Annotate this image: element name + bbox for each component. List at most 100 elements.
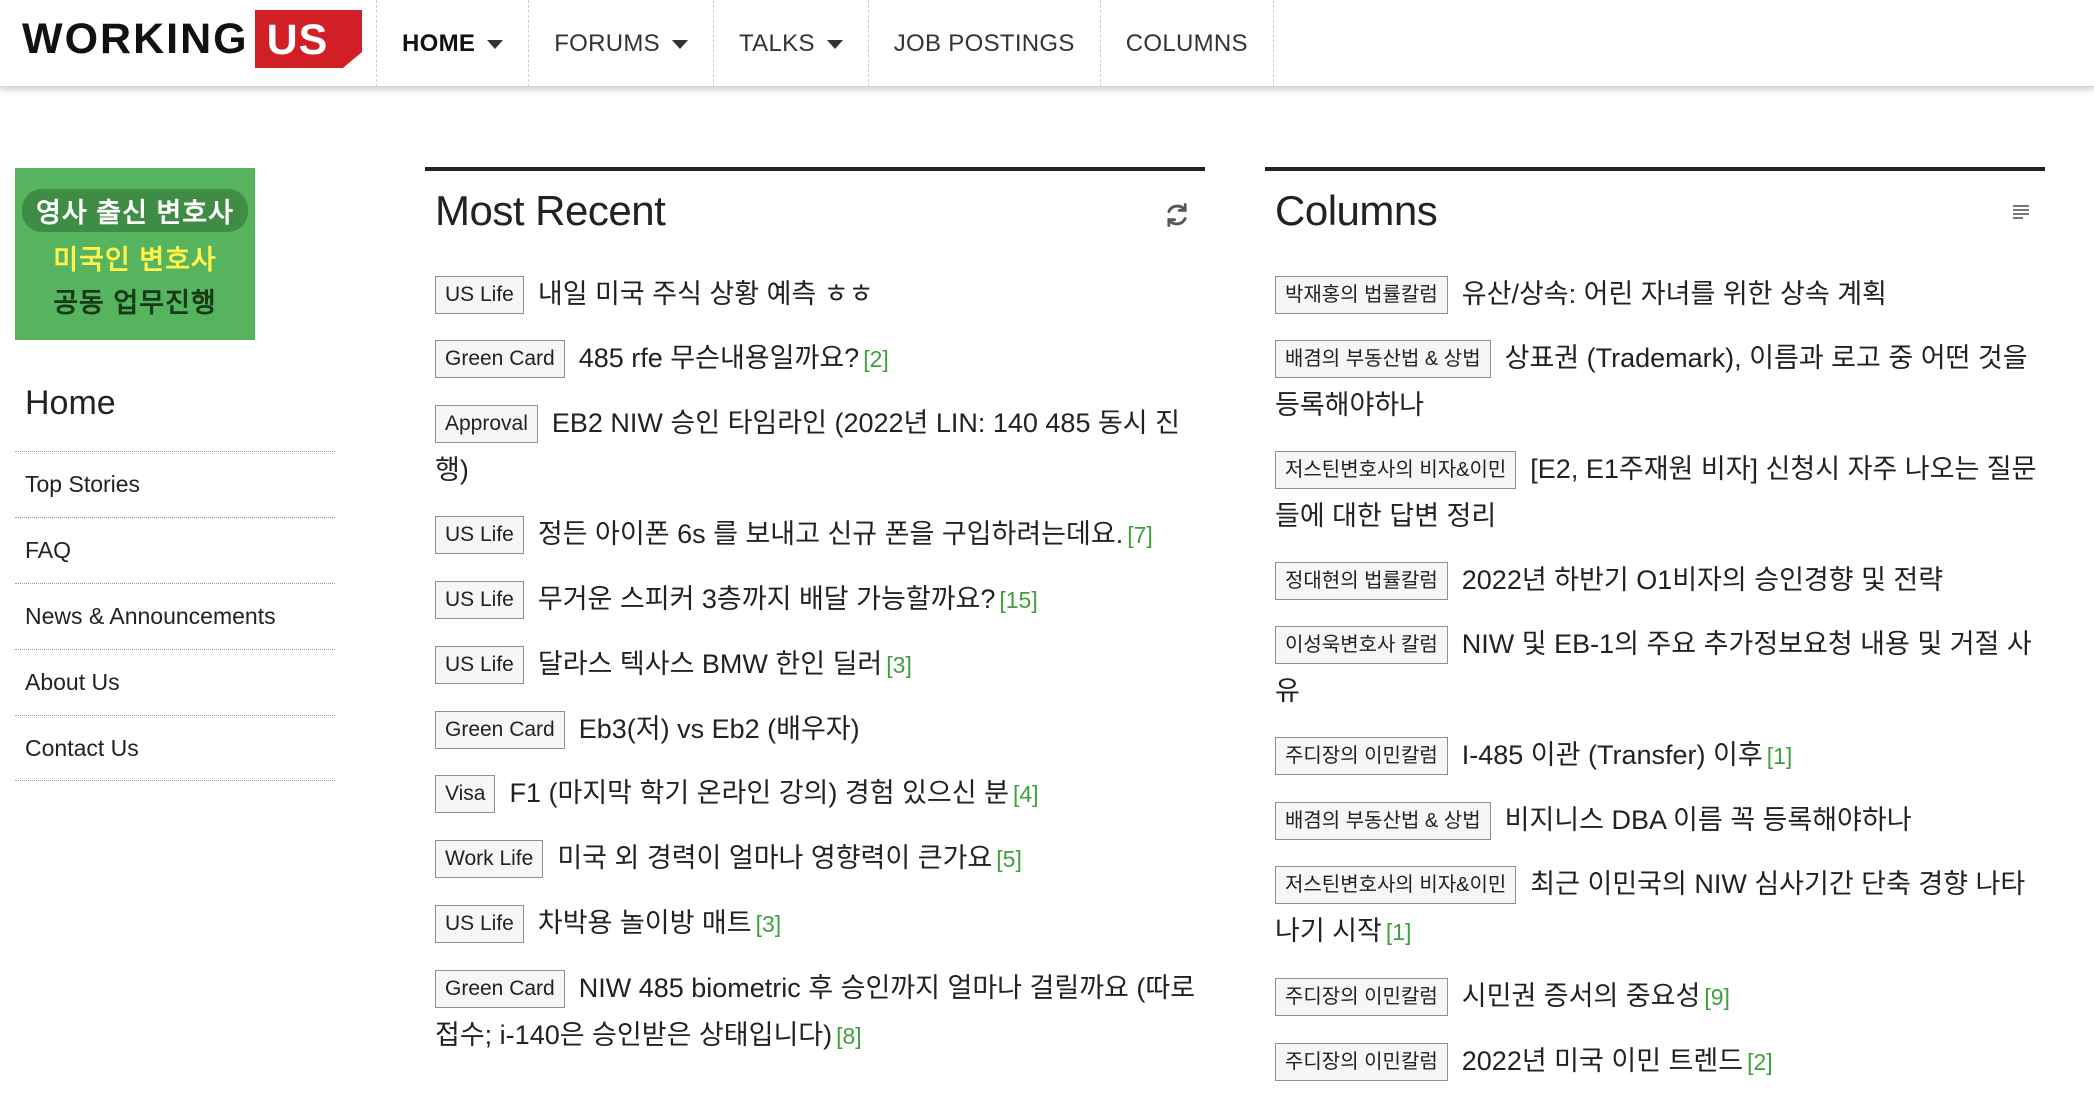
category-tag[interactable]: US Life bbox=[435, 646, 524, 684]
list-item[interactable]: US Life 정든 아이폰 6s 를 보내고 신규 폰을 구입하려는데요. [7] bbox=[435, 511, 1205, 559]
list-item[interactable]: 주디장의 이민칼럼 2022년 미국 이민 트렌드 [2] bbox=[1275, 1038, 2045, 1086]
comment-count: [8] bbox=[836, 1023, 862, 1049]
main-nav: HOME FORUMS TALKS JOB POSTINGS COLUMNS bbox=[376, 0, 1274, 87]
nav-home[interactable]: HOME bbox=[376, 0, 528, 87]
category-tag[interactable]: US Life bbox=[435, 905, 524, 943]
comment-count: [3] bbox=[886, 652, 912, 678]
comment-count: [2] bbox=[863, 346, 889, 372]
category-tag[interactable]: Approval bbox=[435, 405, 538, 443]
list-item[interactable]: 박재홍의 법률칼럼 유산/상속: 어린 자녀를 위한 상속 계획 bbox=[1275, 271, 2045, 318]
category-tag[interactable]: 박재홍의 법률칼럼 bbox=[1275, 276, 1448, 314]
nav-columns-label: COLUMNS bbox=[1125, 29, 1248, 57]
sidebar-item-faq[interactable]: FAQ bbox=[15, 517, 335, 583]
most-recent-title: Most Recent bbox=[435, 187, 666, 234]
nav-columns[interactable]: COLUMNS bbox=[1099, 0, 1274, 87]
most-recent-panel: Most Recent US Life 내일 미국 주식 상황 예측 ㅎㅎ Gree… bbox=[425, 167, 1205, 1050]
list-item[interactable]: Green Card Eb3(저) vs Eb2 (배우자) bbox=[435, 706, 1205, 753]
post-title-link[interactable]: 정든 아이폰 6s 를 보내고 신규 폰을 구입하려는데요. bbox=[538, 519, 1123, 549]
ad-line-3: 공동 업무진행 bbox=[53, 287, 217, 318]
comment-count: [7] bbox=[1127, 522, 1153, 548]
site-logo[interactable]: WORKING US bbox=[22, 10, 363, 68]
category-tag[interactable]: 배겸의 부동산법 & 상법 bbox=[1275, 340, 1491, 378]
list-item[interactable]: US Life 내일 미국 주식 상황 예측 ㅎㅎ bbox=[435, 271, 1205, 318]
sidebar-item-about-us[interactable]: About Us bbox=[15, 649, 335, 715]
list-item[interactable]: 저스틴변호사의 비자&이민 [E2, E1주재원 비자] 신청시 자주 나오는 질… bbox=[1275, 446, 2045, 540]
nav-home-label: HOME bbox=[402, 29, 476, 57]
logo-wordmark: WORKING bbox=[22, 14, 249, 63]
post-title-link[interactable]: 차박용 놀이방 매트 bbox=[538, 908, 752, 938]
post-title-link[interactable]: 무거운 스피커 3층까지 배달 가능할까요? bbox=[538, 584, 995, 614]
nav-job-postings[interactable]: JOB POSTINGS bbox=[867, 0, 1100, 87]
list-item[interactable]: 배겸의 부동산법 & 상법 상표권 (Trademark), 이름과 로고 중 어… bbox=[1275, 335, 2045, 429]
category-tag[interactable]: 저스틴변호사의 비자&이민 bbox=[1275, 866, 1517, 904]
category-tag[interactable]: 저스틴변호사의 비자&이민 bbox=[1275, 451, 1517, 489]
list-item[interactable]: Visa F1 (마지막 학기 온라인 강의) 경험 있으신 분 [4] bbox=[435, 770, 1205, 818]
columns-panel: Columns 박재홍의 법률칼럼 유산/상속: 어린 자녀를 위한 상속 계획배… bbox=[1265, 167, 2045, 1081]
category-tag[interactable]: US Life bbox=[435, 581, 524, 619]
category-tag[interactable]: US Life bbox=[435, 276, 524, 314]
post-title-link[interactable]: 유산/상속: 어린 자녀를 위한 상속 계획 bbox=[1462, 279, 1887, 309]
category-tag[interactable]: Visa bbox=[435, 775, 496, 813]
comment-count: [1] bbox=[1766, 743, 1793, 769]
comment-count: [15] bbox=[999, 587, 1038, 613]
category-tag[interactable]: Work Life bbox=[435, 840, 544, 878]
post-title-link[interactable]: 비지니스 DBA 이름 꼭 등록해야하나 bbox=[1505, 805, 1912, 835]
lawyer-ad-banner[interactable]: 영사 출신 변호사 미국인 변호사 공동 업무진행 bbox=[15, 168, 255, 340]
category-tag[interactable]: 이성욱변호사 칼럼 bbox=[1275, 626, 1448, 664]
comment-count: [5] bbox=[996, 846, 1022, 872]
category-tag[interactable]: 주디장의 이민칼럼 bbox=[1275, 737, 1448, 775]
list-item[interactable]: US Life 무거운 스피커 3층까지 배달 가능할까요? [15] bbox=[435, 576, 1205, 624]
top-navigation-bar: WORKING US HOME FORUMS TALKS JOB POSTING… bbox=[0, 0, 2094, 87]
list-item[interactable]: Work Life 미국 외 경력이 얼마나 영향력이 큰가요 [5] bbox=[435, 835, 1205, 883]
category-tag[interactable]: Green Card bbox=[435, 970, 565, 1008]
list-item[interactable]: Green Card 485 rfe 무슨내용일까요? [2] bbox=[435, 335, 1205, 383]
sidebar-item-news-announcements[interactable]: News & Announcements bbox=[15, 583, 335, 649]
post-title-link[interactable]: I-485 이관 (Transfer) 이후 bbox=[1462, 740, 1763, 770]
comment-count: [9] bbox=[1704, 984, 1730, 1010]
category-tag[interactable]: US Life bbox=[435, 516, 524, 554]
post-title-link[interactable]: 미국 외 경력이 얼마나 영향력이 큰가요 bbox=[557, 843, 992, 873]
refresh-icon[interactable] bbox=[1163, 201, 1191, 234]
post-title-link[interactable]: 2022년 하반기 O1비자의 승인경향 및 전략 bbox=[1462, 565, 1943, 595]
category-tag[interactable]: 주디장의 이민칼럼 bbox=[1275, 1043, 1448, 1081]
chevron-down-icon bbox=[487, 40, 504, 49]
list-item[interactable]: 배겸의 부동산법 & 상법 비지니스 DBA 이름 꼭 등록해야하나 bbox=[1275, 797, 2045, 844]
list-item[interactable]: US Life 달라스 텍사스 BMW 한인 딜러 [3] bbox=[435, 641, 1205, 689]
category-tag[interactable]: Green Card bbox=[435, 340, 565, 378]
category-tag[interactable]: 배겸의 부동산법 & 상법 bbox=[1275, 802, 1491, 840]
post-title-link[interactable]: EB2 NIW 승인 타임라인 (2022년 LIN: 140 485 동시 진… bbox=[435, 408, 1180, 485]
post-title-link[interactable]: 485 rfe 무슨내용일까요? bbox=[579, 343, 859, 373]
list-item[interactable]: Approval EB2 NIW 승인 타임라인 (2022년 LIN: 140 … bbox=[435, 400, 1205, 494]
comment-count: [4] bbox=[1012, 781, 1039, 807]
nav-job-postings-label: JOB POSTINGS bbox=[893, 29, 1075, 57]
list-icon[interactable] bbox=[2011, 201, 2031, 226]
list-item[interactable]: 이성욱변호사 칼럼 NIW 및 EB-1의 주요 추가정보요청 내용 및 거절 사… bbox=[1275, 621, 2045, 715]
list-item[interactable]: US Life 차박용 놀이방 매트 [3] bbox=[435, 900, 1205, 948]
most-recent-list: US Life 내일 미국 주식 상황 예측 ㅎㅎ Green Card 485 rf… bbox=[435, 271, 1205, 1077]
post-title-link[interactable]: Eb3(저) vs Eb2 (배우자) bbox=[579, 714, 860, 744]
comment-count: [3] bbox=[755, 911, 782, 937]
category-tag[interactable]: 주디장의 이민칼럼 bbox=[1275, 978, 1448, 1016]
list-item[interactable]: 주디장의 이민칼럼 I-485 이관 (Transfer) 이후 [1] bbox=[1275, 732, 2045, 780]
nav-forums[interactable]: FORUMS bbox=[528, 0, 713, 87]
list-item[interactable]: 저스틴변호사의 비자&이민 최근 이민국의 NIW 심사기간 단축 경향 나타나기… bbox=[1275, 861, 2045, 956]
nav-talks[interactable]: TALKS bbox=[713, 0, 868, 87]
list-item[interactable]: Green Card NIW 485 biometric 후 승인까지 얼마나 걸… bbox=[435, 965, 1205, 1060]
category-tag[interactable]: 정대현의 법률칼럼 bbox=[1275, 562, 1448, 600]
list-item[interactable]: 주디장의 이민칼럼 시민권 증서의 중요성 [9] bbox=[1275, 973, 2045, 1021]
nav-forums-label: FORUMS bbox=[554, 29, 660, 57]
post-title-link[interactable]: 내일 미국 주식 상황 예측 ㅎㅎ bbox=[538, 279, 874, 309]
comment-count: [1] bbox=[1385, 919, 1412, 945]
columns-title: Columns bbox=[1275, 187, 1438, 234]
category-tag[interactable]: Green Card bbox=[435, 711, 565, 749]
logo-badge: US bbox=[254, 10, 363, 68]
post-title-link[interactable]: F1 (마지막 학기 온라인 강의) 경험 있으신 분 bbox=[509, 778, 1008, 808]
comment-count: [2] bbox=[1747, 1049, 1773, 1075]
post-title-link[interactable]: 달라스 텍사스 BMW 한인 딜러 bbox=[538, 649, 882, 679]
sidebar-item-contact-us[interactable]: Contact Us bbox=[15, 715, 335, 781]
post-title-link[interactable]: 2022년 미국 이민 트렌드 bbox=[1462, 1046, 1743, 1076]
list-item[interactable]: 정대현의 법률칼럼 2022년 하반기 O1비자의 승인경향 및 전략 bbox=[1275, 557, 2045, 604]
post-title-link[interactable]: 시민권 증서의 중요성 bbox=[1462, 981, 1701, 1011]
sidebar-item-top-stories[interactable]: Top Stories bbox=[15, 451, 335, 517]
chevron-down-icon bbox=[826, 40, 843, 49]
